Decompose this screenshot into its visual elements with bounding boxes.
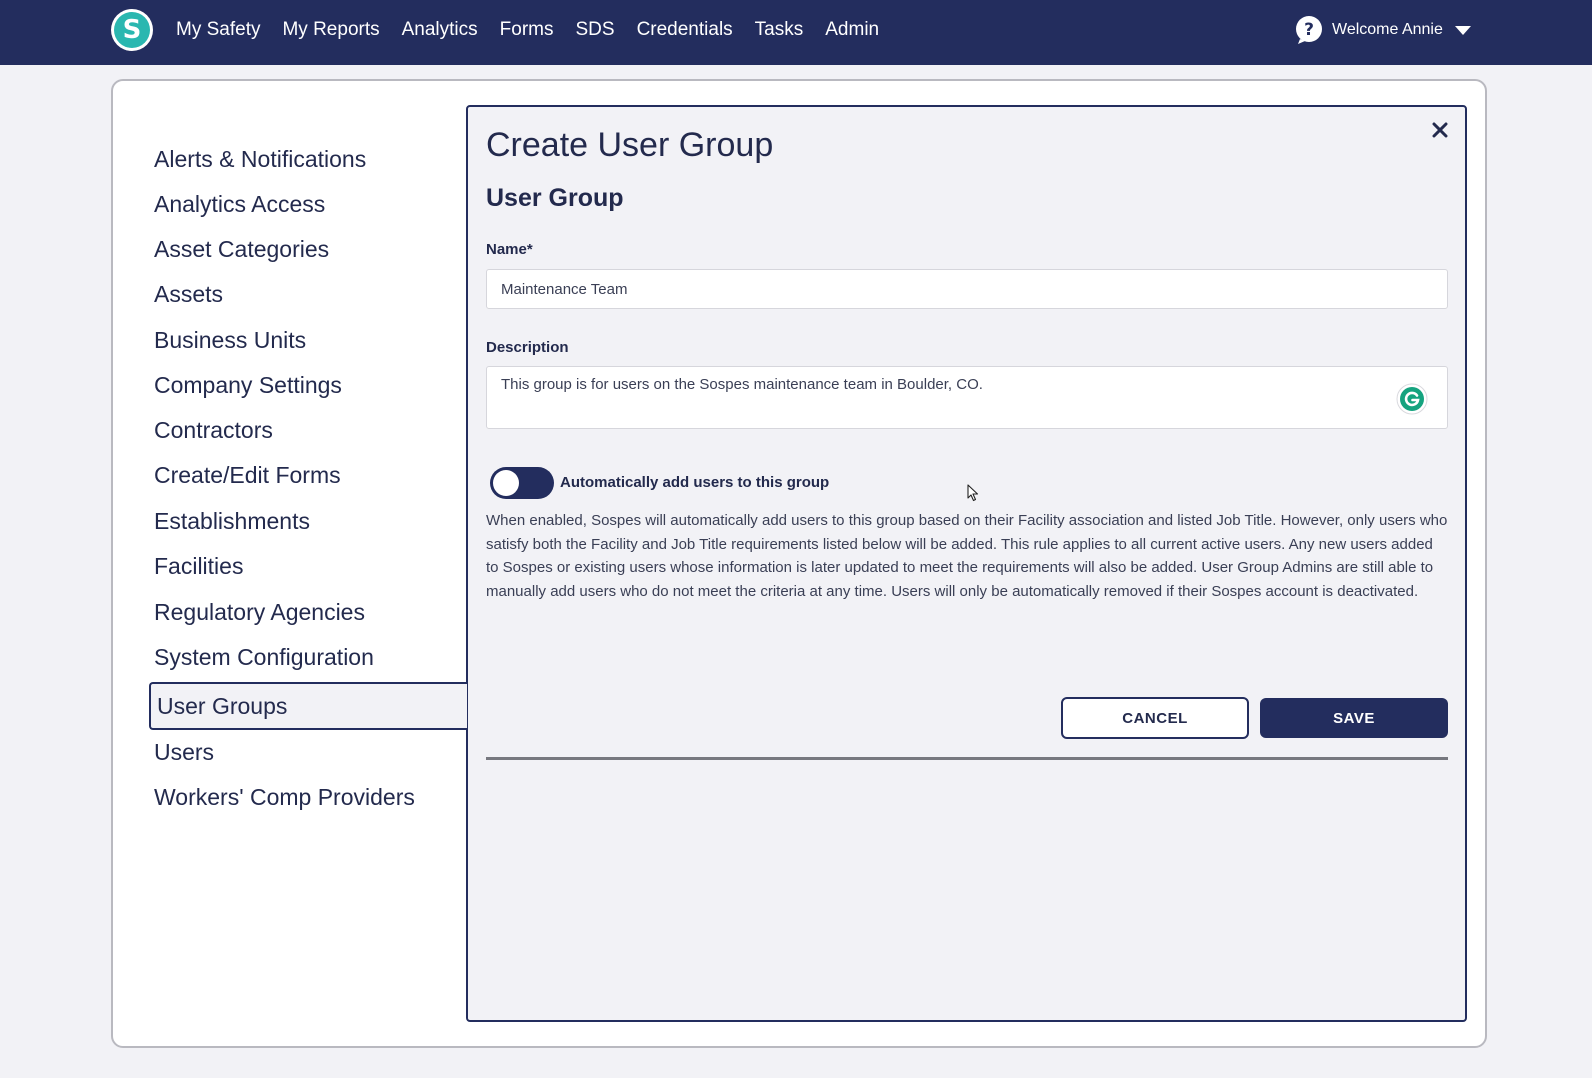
help-icon[interactable]: ? bbox=[1294, 15, 1324, 45]
welcome-text: Welcome Annie bbox=[1332, 21, 1443, 38]
sidebar-item-regulatory-agencies[interactable]: Regulatory Agencies bbox=[154, 596, 365, 628]
main-nav: My Safety My Reports Analytics Forms SDS… bbox=[176, 0, 901, 60]
nav-tasks[interactable]: Tasks bbox=[755, 19, 804, 41]
mouse-cursor-icon bbox=[967, 484, 979, 502]
page-title: Create User Group bbox=[486, 126, 774, 164]
sidebar-item-contractors[interactable]: Contractors bbox=[154, 414, 273, 446]
sidebar-item-create-edit-forms[interactable]: Create/Edit Forms bbox=[154, 459, 341, 491]
toggle-knob bbox=[493, 470, 519, 496]
section-title: User Group bbox=[486, 184, 624, 212]
nav-my-safety[interactable]: My Safety bbox=[176, 19, 260, 41]
sidebar-item-assets[interactable]: Assets bbox=[154, 278, 223, 310]
nav-credentials[interactable]: Credentials bbox=[637, 19, 733, 41]
auto-add-help-text: When enabled, Sospes will automatically … bbox=[486, 512, 1448, 600]
auto-add-toggle[interactable] bbox=[490, 467, 554, 499]
close-icon[interactable] bbox=[1428, 118, 1452, 142]
logo-letter: S bbox=[114, 12, 150, 48]
sidebar-item-asset-categories[interactable]: Asset Categories bbox=[154, 233, 329, 265]
sidebar-item-users[interactable]: Users bbox=[154, 736, 214, 768]
description-label: Description bbox=[486, 339, 569, 356]
name-input[interactable] bbox=[486, 269, 1448, 309]
nav-my-reports[interactable]: My Reports bbox=[282, 19, 379, 41]
top-nav-bar: S My Safety My Reports Analytics Forms S… bbox=[0, 0, 1592, 65]
description-textarea[interactable]: This group is for users on the Sospes ma… bbox=[486, 366, 1448, 429]
description-value: This group is for users on the Sospes ma… bbox=[501, 376, 983, 393]
cancel-button[interactable]: CANCEL bbox=[1061, 697, 1249, 739]
sidebar-item-alerts-notifications[interactable]: Alerts & Notifications bbox=[154, 143, 366, 175]
save-button[interactable]: SAVE bbox=[1260, 698, 1448, 738]
sidebar-item-facilities[interactable]: Facilities bbox=[154, 550, 243, 582]
sidebar-item-analytics-access[interactable]: Analytics Access bbox=[154, 188, 325, 220]
sidebar-item-establishments[interactable]: Establishments bbox=[154, 505, 310, 537]
svg-text:?: ? bbox=[1304, 20, 1314, 40]
nav-forms[interactable]: Forms bbox=[500, 19, 554, 41]
name-label: Name* bbox=[486, 241, 533, 258]
chevron-down-icon[interactable] bbox=[1454, 25, 1471, 35]
sidebar-item-workers-comp-providers[interactable]: Workers' Comp Providers bbox=[154, 781, 415, 813]
auto-add-toggle-label: Automatically add users to this group bbox=[560, 474, 830, 491]
sidebar-item-business-units[interactable]: Business Units bbox=[154, 324, 306, 356]
sospes-logo[interactable]: S bbox=[111, 9, 153, 51]
divider bbox=[486, 757, 1448, 760]
grammarly-icon[interactable] bbox=[1396, 383, 1428, 415]
user-menu[interactable]: ? Welcome Annie bbox=[1294, 15, 1471, 45]
sidebar-item-system-configuration[interactable]: System Configuration bbox=[154, 641, 374, 673]
sidebar-item-user-groups[interactable]: User Groups bbox=[149, 682, 467, 730]
nav-admin[interactable]: Admin bbox=[825, 19, 879, 41]
nav-analytics[interactable]: Analytics bbox=[402, 19, 478, 41]
sidebar-item-company-settings[interactable]: Company Settings bbox=[154, 369, 342, 401]
nav-sds[interactable]: SDS bbox=[575, 19, 614, 41]
